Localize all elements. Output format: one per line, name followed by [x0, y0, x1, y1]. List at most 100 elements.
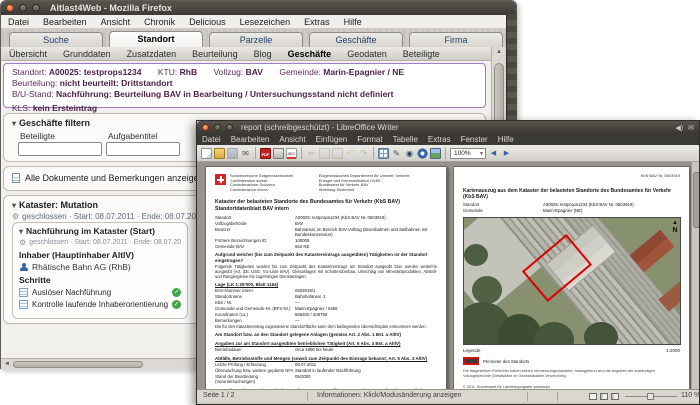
close-icon[interactable]	[202, 124, 209, 131]
site-info-box: Standort: A00025: testprops1234 KTU: RhB…	[3, 63, 486, 113]
section-heading: Aufgrund welcher (bis zum Zeitpunkt des …	[215, 252, 428, 263]
menu-format[interactable]: Format	[352, 135, 387, 144]
legend-label: Legende	[463, 348, 481, 354]
tab-geschaefte[interactable]: Geschäfte	[309, 32, 403, 47]
minimize-icon[interactable]	[214, 124, 221, 131]
kataster-status-text: geschlossen · Start: 08.07.2011 · Ende: …	[22, 212, 205, 221]
vertical-scrollbar[interactable]	[691, 162, 699, 389]
menu-delicious[interactable]: Delicious	[182, 17, 233, 27]
spellcheck-icon[interactable]	[286, 147, 297, 159]
scroll-up-icon[interactable]: ▲	[492, 49, 506, 55]
aufgabentitel-input[interactable]	[106, 142, 180, 156]
maximize-icon[interactable]	[226, 124, 233, 131]
menu-chronik[interactable]: Chronik	[137, 17, 182, 27]
undo-icon[interactable]	[345, 148, 356, 159]
find-replace-icon[interactable]	[404, 148, 415, 159]
subtab-zusatzdaten[interactable]: Zusatzdaten	[119, 49, 185, 59]
redo-icon[interactable]	[358, 148, 369, 159]
email-icon[interactable]	[240, 148, 251, 159]
info-value: Marin-Epagnier / NE	[323, 67, 405, 77]
subtab-geodaten[interactable]: Geodaten	[339, 49, 395, 59]
cut-icon[interactable]	[306, 148, 317, 159]
tab-firma[interactable]: Firma	[409, 32, 503, 47]
tab-suche[interactable]: Suche	[9, 32, 103, 47]
zoom-slider-knob[interactable]	[647, 393, 654, 400]
minimize-icon[interactable]	[19, 4, 27, 12]
open-icon[interactable]	[214, 147, 225, 159]
scroll-left-icon[interactable]: ◄	[4, 361, 10, 367]
zoom-combobox[interactable]: 100% ▼	[450, 147, 486, 159]
book-view-icon[interactable]	[611, 393, 619, 400]
nachfuehrung-status-text: geschlossen · Start: 08.07.2011 · Ende: …	[29, 239, 181, 246]
menu-datei[interactable]: Datei	[197, 135, 226, 144]
step-row[interactable]: Auslöser Nachführung	[19, 288, 181, 297]
insert-table-icon[interactable]	[378, 147, 389, 159]
menu-fenster[interactable]: Fenster	[456, 135, 493, 144]
zoom-slider[interactable]	[625, 393, 677, 400]
print-icon[interactable]	[273, 147, 284, 159]
document-header: Schweizerische Eidgenossenschaft Confédé…	[215, 173, 437, 192]
zoom-value: 100%	[454, 149, 471, 157]
tab-parzelle[interactable]: Parzelle	[209, 32, 303, 47]
copy-icon[interactable]	[319, 147, 330, 159]
info-value: BAV	[245, 67, 263, 77]
firefox-menubar: Datei Bearbeiten Ansicht Chronik Delicio…	[1, 15, 516, 29]
nachfuehrung-title[interactable]: Nachführung im Kataster (Start)	[19, 226, 181, 236]
beteiligte-input[interactable]	[18, 142, 102, 156]
menu-hilfe[interactable]: Hilfe	[337, 17, 369, 27]
data-row: Standort A00025: testprops1234 (KbS BAV N…	[463, 202, 634, 207]
subtab-beurteilung[interactable]: Beurteilung	[184, 49, 246, 59]
step-row[interactable]: Kontrolle laufende Inhaberorientierung	[19, 300, 181, 309]
subtab-blog[interactable]: Blog	[246, 49, 280, 59]
navigator-icon[interactable]	[417, 147, 428, 159]
subtab-geschaefte[interactable]: Geschäfte	[280, 49, 340, 59]
scrollbar-thumb[interactable]	[13, 361, 143, 368]
info-label: Beurteilung:	[12, 78, 58, 88]
section-heading: Am Standort bzw. an den Standort gelegen…	[215, 332, 401, 338]
menu-einfuegen[interactable]: Einfügen	[311, 135, 353, 144]
save-icon[interactable]	[227, 147, 238, 159]
data-row: Standortname Bahnhofareal, 1	[215, 294, 326, 300]
data-row: Gemeinde und Gemeinde-Nr. (BFS-Nr.) Marin…	[215, 306, 338, 312]
tab-standort[interactable]: Standort	[109, 31, 203, 47]
subtab-uebersicht[interactable]: Übersicht	[1, 49, 55, 59]
previous-page-icon[interactable]	[488, 148, 499, 159]
menu-ansicht[interactable]: Ansicht	[274, 135, 310, 144]
firefox-titlebar: Altlast4Web - Mozilla Firefox	[1, 1, 516, 15]
menu-tabelle[interactable]: Tabelle	[388, 135, 423, 144]
section-heading: Lage (LK 1:25'000, Blatt 1164)	[215, 282, 279, 288]
menu-datei[interactable]: Datei	[1, 17, 36, 27]
inhaber-row[interactable]: Rhätische Bahn AG (RhB)	[19, 262, 181, 272]
chevron-down-icon: ▼	[479, 150, 484, 157]
menu-bearbeiten[interactable]: Bearbeiten	[226, 135, 275, 144]
next-page-icon[interactable]	[501, 148, 512, 159]
multi-page-view-icon[interactable]	[600, 393, 608, 400]
menu-extras[interactable]: Extras	[423, 135, 456, 144]
subtab-beteiligte[interactable]: Beteiligte	[395, 49, 448, 59]
single-page-view-icon[interactable]	[589, 393, 597, 400]
menu-extras[interactable]: Extras	[297, 17, 337, 27]
data-row: Standort A00025: testprops1234 (KbS BAV N…	[215, 214, 386, 220]
menu-ansicht[interactable]: Ansicht	[94, 17, 138, 27]
maximize-icon[interactable]	[32, 4, 40, 12]
export-pdf-icon[interactable]	[260, 147, 271, 159]
department-block: Eidgenössisches Departement für Umwelt, …	[318, 173, 411, 192]
writer-toolbar: 100% ▼	[197, 145, 699, 162]
menu-hilfe[interactable]: Hilfe	[493, 135, 519, 144]
gallery-icon[interactable]	[430, 147, 441, 159]
info-label: Vollzug:	[213, 67, 244, 77]
data-row: BAV-Nummer intern 0503919/1	[215, 288, 316, 294]
mail-indicator-icon[interactable]: ✉	[688, 124, 694, 132]
menu-bearbeiten[interactable]: Bearbeiten	[36, 17, 94, 27]
new-document-icon[interactable]	[201, 147, 212, 159]
writer-menubar: Datei Bearbeiten Ansicht Einfügen Format…	[197, 134, 699, 145]
scrollbar-thumb[interactable]	[693, 172, 699, 228]
subtab-grunddaten[interactable]: Grunddaten	[55, 49, 119, 59]
menu-lesezeichen[interactable]: Lesezeichen	[233, 17, 298, 27]
volume-icon[interactable]: ◀)	[675, 124, 683, 132]
data-row: Betriebsdauer circa 1900 bis heute	[215, 347, 334, 353]
close-icon[interactable]	[6, 4, 14, 12]
info-value: RhB	[179, 67, 198, 77]
draw-functions-icon[interactable]	[391, 148, 402, 159]
paste-icon[interactable]	[332, 147, 343, 159]
